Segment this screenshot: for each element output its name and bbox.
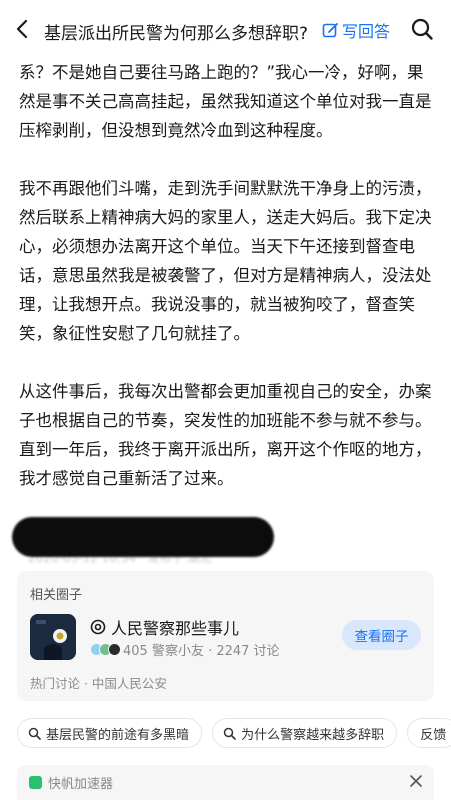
paragraph: 系？不是她自己要往马路上跑的？”我心一冷，好啊，果然是事不关己高高挂起，虽然我知… <box>19 63 432 140</box>
search-chip-label: 反馈 <box>420 727 447 743</box>
search-chip[interactable]: 为什么警察越来越多辞职 <box>212 718 398 748</box>
answer-body: 系？不是她自己要往马路上跑的？”我心一冷，好啊，果然是事不关己高高挂起，虽然我知… <box>19 58 439 522</box>
paragraph: 从这件事后，我每次出警都会更加重视自己的安全，办案子也根据自己的节奏，突发性的加… <box>19 382 432 488</box>
member-avatars <box>90 643 121 656</box>
write-answer-label: 写回答 <box>342 22 391 41</box>
circle-meta: 405 警察小友 · 2247 讨论 <box>90 640 280 659</box>
search-chip-label: 为什么警察越来越多辞职 <box>241 727 385 743</box>
hot-discussion[interactable]: 热门讨论 · 中国人民公安 <box>30 673 167 692</box>
ad-label: 快帆加速器 <box>48 777 114 792</box>
related-circle-card[interactable]: 相关圈子 人民警察那些事儿 405 警察小友 · 2247 讨论 查看圈子 热门… <box>17 571 434 701</box>
question-title[interactable]: 基层派出所民警为何那么多想辞职? <box>44 19 308 44</box>
search-icon <box>28 727 41 740</box>
search-chip[interactable]: 反馈 <box>407 718 451 748</box>
circle-stats: 405 警察小友 · 2247 讨论 <box>123 644 280 659</box>
circle-name-label: 人民警察那些事儿 <box>111 619 240 638</box>
related-circle-heading: 相关圈子 <box>30 588 83 603</box>
paragraph: 我不再跟他们斗嘴，走到洗手间默默洗干净身上的污渍，然后联系上精神病大妈的家里人，… <box>19 179 432 343</box>
search-chip-label: 基层民警的前途有多黑暗 <box>46 727 190 743</box>
write-answer-button[interactable]: 写回答 <box>322 18 390 42</box>
back-arrow-icon[interactable] <box>12 18 34 40</box>
view-circle-button[interactable]: 查看圈子 <box>342 620 421 650</box>
close-icon[interactable] <box>409 774 423 788</box>
circle-icon <box>90 619 106 635</box>
related-search-chips: 基层民警的前途有多黑暗 为什么警察越来越多辞职 反馈 <box>17 718 451 750</box>
circle-avatar <box>30 614 76 660</box>
redacted-publish-info: 2020-05-12 10:54 · 发布于 湖北 <box>12 515 274 565</box>
search-icon[interactable] <box>410 17 434 41</box>
search-icon <box>223 727 236 740</box>
app-icon <box>29 776 42 789</box>
redaction-mark <box>12 517 274 557</box>
search-chip[interactable]: 基层民警的前途有多黑暗 <box>17 718 203 748</box>
edit-icon <box>322 22 338 37</box>
ad-banner[interactable]: 快帆加速器 <box>17 765 434 800</box>
police-badge-icon <box>30 614 76 660</box>
circle-name[interactable]: 人民警察那些事儿 <box>90 615 239 639</box>
top-bar: 基层派出所民警为何那么多想辞职? 写回答 <box>0 0 451 58</box>
